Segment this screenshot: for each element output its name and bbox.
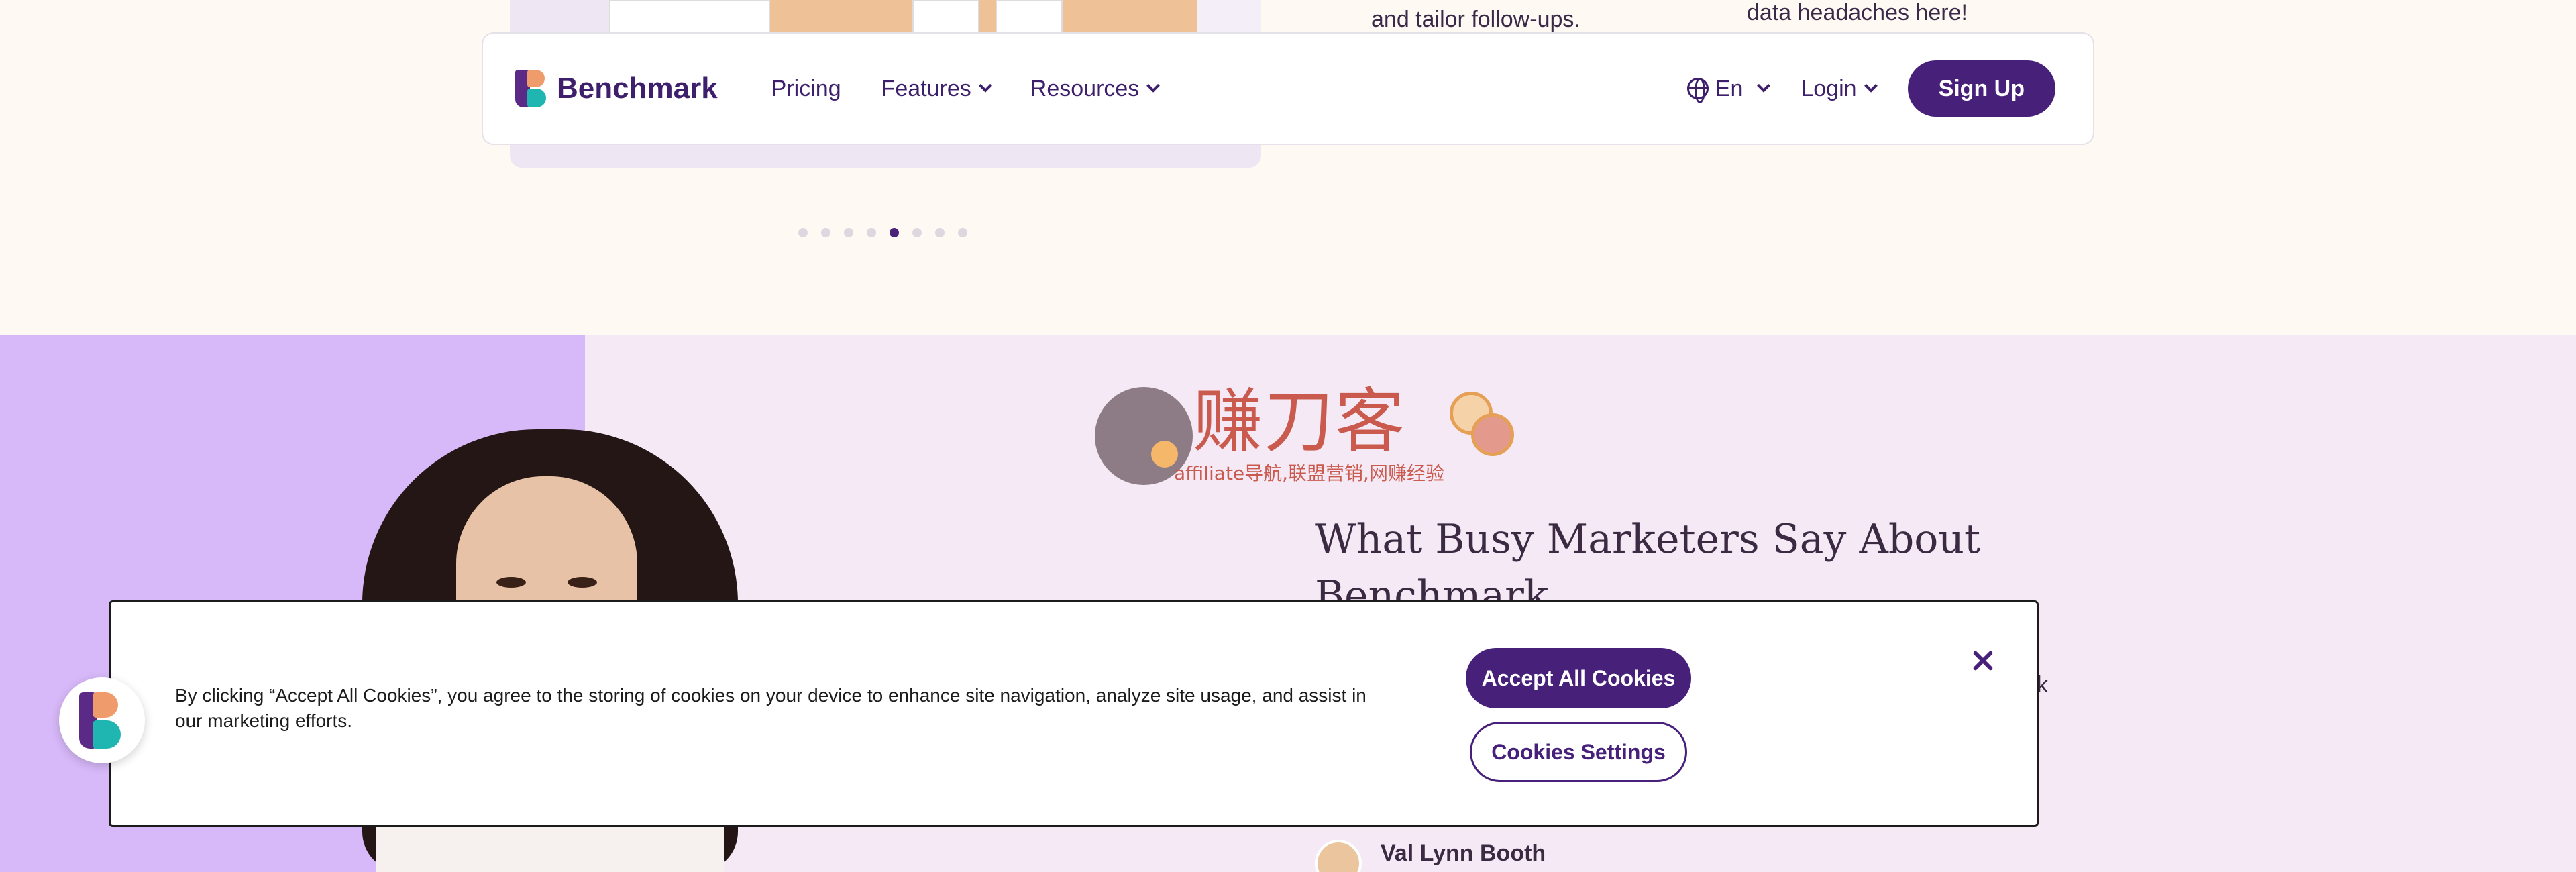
accept-all-cookies-button[interactable]: Accept All Cookies <box>1466 648 1691 708</box>
watermark-title: 赚刀客 <box>1193 380 1407 462</box>
nav-pricing[interactable]: Pricing <box>771 76 841 102</box>
chevron-down-icon <box>1146 78 1161 93</box>
language-selector[interactable]: En <box>1686 75 1771 103</box>
nav-features[interactable]: Features <box>881 75 992 102</box>
nav-links: Pricing Features Resources <box>771 75 1161 102</box>
nav-pricing-label: Pricing <box>771 75 841 101</box>
language-label: En <box>1715 75 1743 101</box>
author-name: Val Lynn Booth <box>1381 840 1546 866</box>
cookie-consent-text: By clicking “Accept All Cookies”, you ag… <box>175 685 1366 731</box>
carousel-dot[interactable] <box>867 228 876 237</box>
carousel-dot[interactable] <box>821 228 830 237</box>
cookie-consent-banner: By clicking “Accept All Cookies”, you ag… <box>109 600 2039 827</box>
login-label: Login <box>1801 75 1857 101</box>
watermark-overlay: 赚刀客 affiliate导航,联盟营销,网赚经验 <box>1095 380 1514 486</box>
nav-resources-label: Resources <box>1030 75 1140 101</box>
carousel-pagination <box>798 228 967 237</box>
chevron-down-icon <box>1864 78 1878 93</box>
nav-resources[interactable]: Resources <box>1030 75 1161 102</box>
carousel-dot[interactable] <box>912 228 922 237</box>
carousel-dot-active[interactable] <box>890 228 899 237</box>
top-navbar: Benchmark Pricing Features Resources En … <box>482 32 2094 145</box>
brand-name: Benchmark <box>557 72 718 105</box>
chevron-down-icon <box>1757 78 1771 93</box>
watermark-subtitle: affiliate导航,联盟营销,网赚经验 <box>1174 462 1444 484</box>
coins-icon <box>1449 392 1514 456</box>
benchmark-logo-icon <box>515 70 547 107</box>
carousel-dot[interactable] <box>935 228 945 237</box>
carousel-dot[interactable] <box>844 228 853 237</box>
nav-actions: En Login Sign Up <box>1686 60 2055 117</box>
brand-logo[interactable]: Benchmark <box>515 70 718 107</box>
carousel-dot[interactable] <box>798 228 808 237</box>
sign-up-button[interactable]: Sign Up <box>1907 60 2055 117</box>
cookies-settings-button[interactable]: Cookies Settings <box>1470 722 1687 782</box>
login-dropdown[interactable]: Login <box>1801 75 1878 102</box>
cookie-preferences-button[interactable] <box>59 677 145 763</box>
nav-features-label: Features <box>881 75 971 101</box>
testimonial-author: Val Lynn Booth <box>1315 840 1546 872</box>
feature-caption: and tailor follow-ups. <box>1371 7 1580 32</box>
carousel-dot[interactable] <box>958 228 967 237</box>
chevron-down-icon <box>978 78 992 93</box>
close-icon[interactable] <box>1968 645 1998 676</box>
author-avatar <box>1315 840 1362 872</box>
feature-caption: data headaches here! <box>1747 0 1968 25</box>
globe-icon <box>1686 78 1709 103</box>
